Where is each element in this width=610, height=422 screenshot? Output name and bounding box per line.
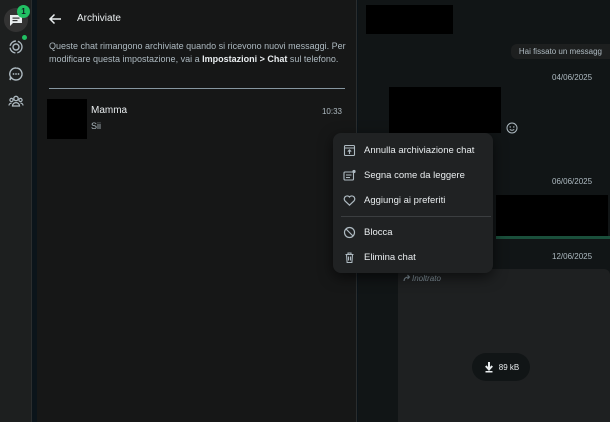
chat-preview: Sii <box>91 121 102 131</box>
message-accent-bar <box>496 236 610 239</box>
archived-info-text: Queste chat rimangono archiviate quando … <box>49 41 346 64</box>
conversation-header-redacted <box>366 5 453 34</box>
date-chip: 06/06/2025 <box>552 177 593 186</box>
unread-badge: 1 <box>17 5 30 18</box>
date-chip: 12/06/2025 <box>552 252 593 261</box>
menu-item-block[interactable]: Blocca <box>333 220 493 245</box>
forwarded-label: Inoltrato <box>403 274 441 283</box>
file-size: 89 kB <box>498 362 520 372</box>
forward-icon <box>403 274 411 282</box>
nav-rail: 1 <box>0 0 32 422</box>
divider <box>49 88 345 89</box>
back-arrow-icon[interactable] <box>47 11 63 27</box>
channels-icon <box>9 67 23 81</box>
communities-icon <box>8 95 24 107</box>
menu-item-mark-unread[interactable]: Segna come da leggere <box>333 163 493 188</box>
communities-nav-button[interactable] <box>4 89 28 113</box>
download-button[interactable]: 89 kB <box>472 353 530 381</box>
status-dot <box>22 35 27 40</box>
archived-panel: Archiviate Queste chat rimangono archivi… <box>37 0 357 422</box>
unarchive-icon <box>343 144 356 157</box>
avatar <box>47 99 87 139</box>
pinned-message-notice: Hai fissato un messagg <box>510 44 610 59</box>
menu-item-delete-chat[interactable]: Elimina chat <box>333 245 493 270</box>
media-message[interactable]: Inoltrato 89 kB <box>398 269 610 422</box>
date-chip: 04/06/2025 <box>552 73 593 82</box>
emoji-reaction-icon[interactable] <box>506 122 518 134</box>
chat-list-item[interactable]: Mamma 10:33 Sii <box>37 97 357 141</box>
mark-unread-icon <box>343 169 356 181</box>
status-icon <box>9 40 23 54</box>
message-redacted <box>496 195 608 236</box>
download-icon <box>484 362 493 373</box>
chat-context-menu: Annulla archiviazione chat Segna come da… <box>333 133 493 273</box>
page-title: Archiviate <box>77 13 121 24</box>
channels-nav-button[interactable] <box>4 62 28 86</box>
heart-icon <box>343 195 356 207</box>
chat-name: Mamma <box>91 105 128 116</box>
trash-icon <box>345 252 354 264</box>
block-icon <box>343 226 356 239</box>
menu-item-unarchive[interactable]: Annulla archiviazione chat <box>333 138 493 163</box>
menu-item-add-favorites[interactable]: Aggiungi ai preferiti <box>333 188 493 213</box>
chat-time: 10:33 <box>321 107 342 116</box>
message-redacted <box>389 87 501 133</box>
settings-path: Impostazioni > Chat <box>202 53 288 64</box>
menu-separator <box>341 216 491 217</box>
